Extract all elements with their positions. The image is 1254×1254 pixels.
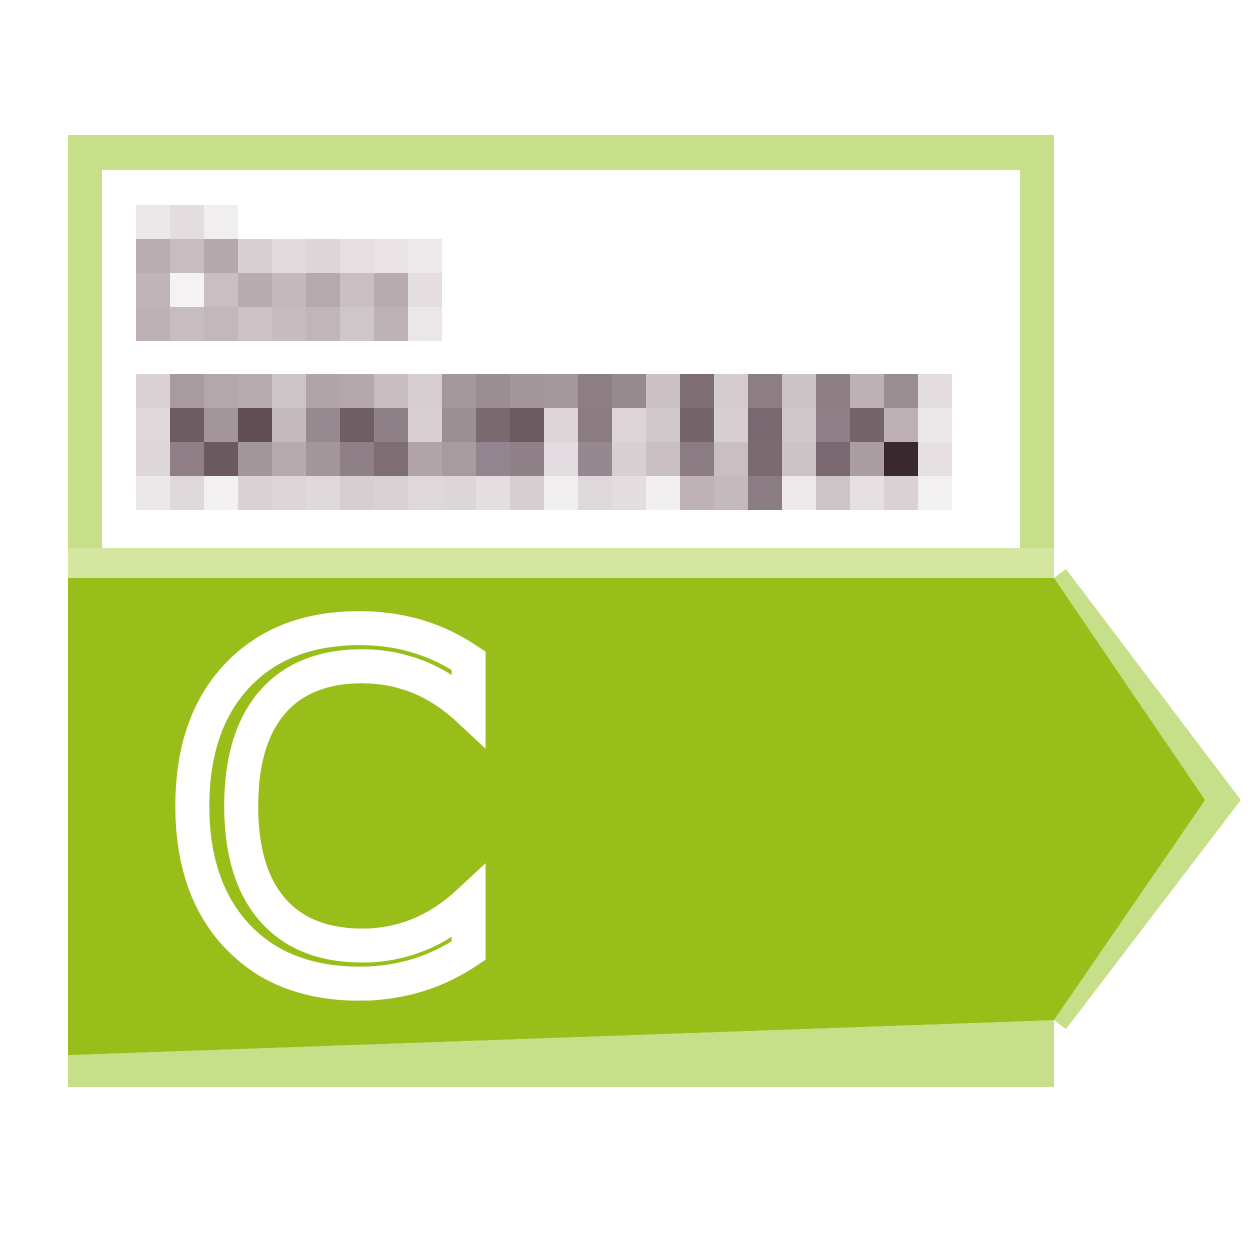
energy-grade-letter: C xyxy=(149,541,511,1088)
stage: Der NATUR C xyxy=(0,0,1254,1254)
pixel-word-big xyxy=(136,374,952,510)
